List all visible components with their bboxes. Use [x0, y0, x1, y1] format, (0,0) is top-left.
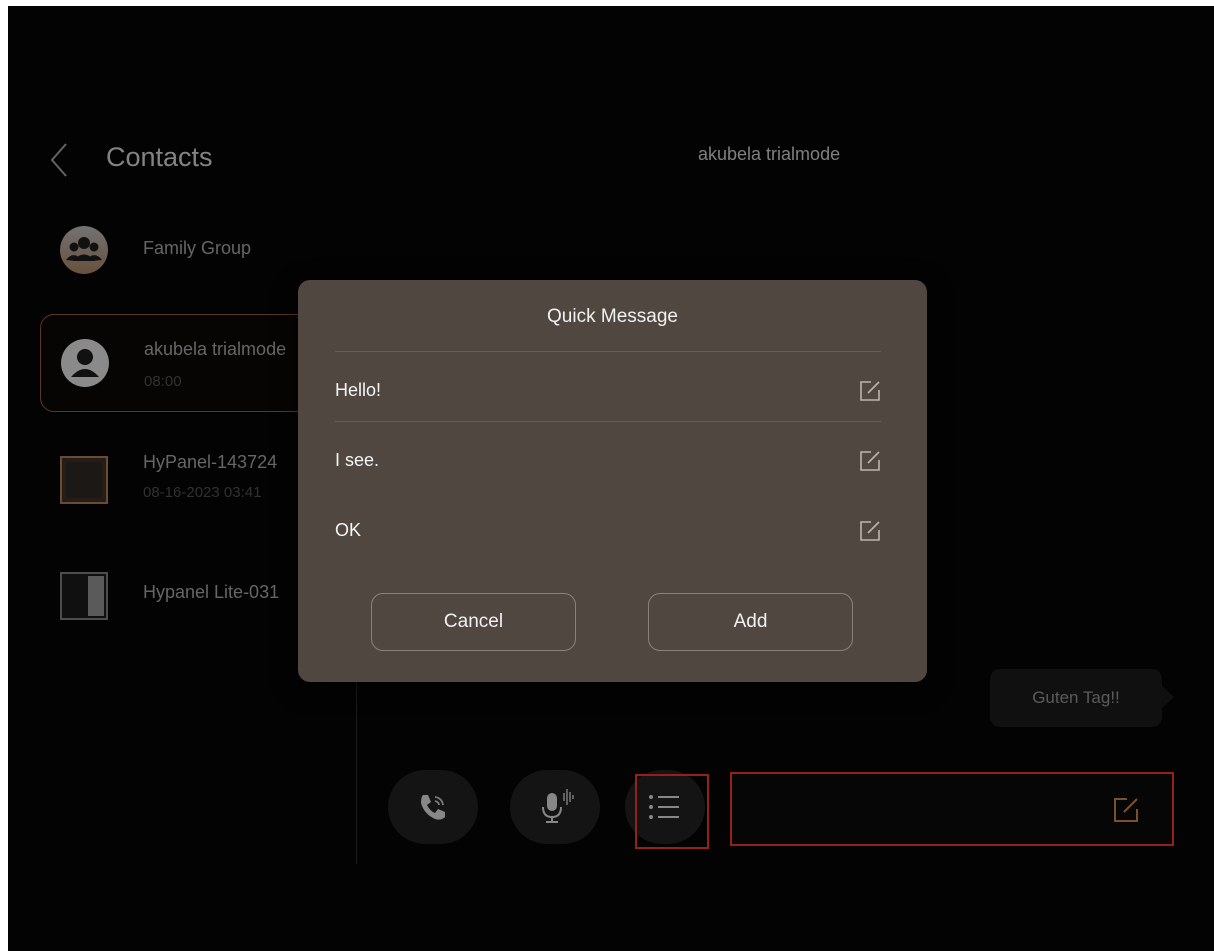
dialog-title: Quick Message — [547, 306, 678, 327]
edit-icon[interactable] — [859, 380, 881, 402]
quick-message-item[interactable]: OK — [335, 500, 881, 560]
quick-message-item[interactable]: I see. — [335, 430, 881, 490]
quick-message-text: I see. — [335, 450, 380, 470]
divider — [335, 421, 881, 422]
quick-message-text: OK — [335, 520, 362, 540]
quick-message-dialog: Quick Message Hello! I see. OK Cancel Ad… — [298, 280, 927, 682]
divider — [335, 351, 881, 352]
add-button[interactable]: Add — [648, 593, 853, 651]
quick-message-text: Hello! — [335, 380, 382, 400]
cancel-button[interactable]: Cancel — [371, 593, 576, 651]
edit-icon[interactable] — [859, 520, 881, 542]
quick-message-item[interactable]: Hello! — [335, 360, 881, 420]
edit-icon[interactable] — [859, 450, 881, 472]
app-screen: Contacts akubela trialmode Family Group … — [8, 6, 1214, 951]
